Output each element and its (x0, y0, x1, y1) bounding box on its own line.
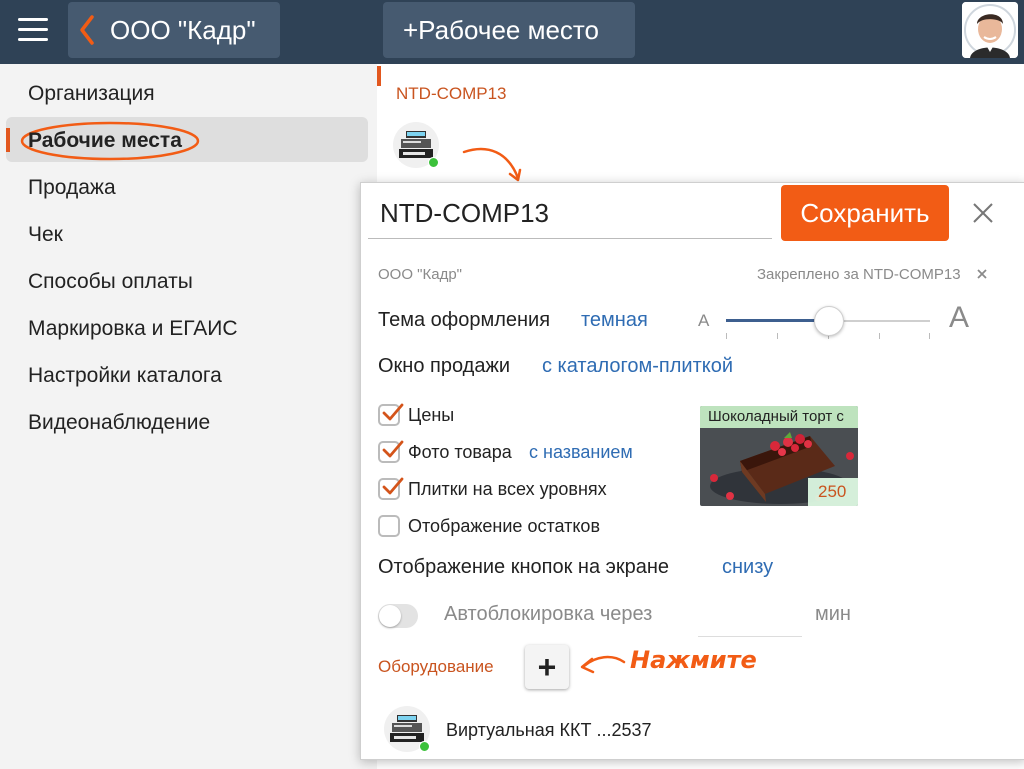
slider-tick (879, 333, 880, 339)
theme-value-link[interactable]: темная (581, 309, 648, 332)
device-kkt-icon-wrap[interactable] (384, 706, 430, 752)
autolock-toggle[interactable] (378, 604, 418, 628)
workplace-name-input[interactable] (368, 189, 772, 239)
slider-tick (777, 333, 778, 339)
sidebar-item-payment-methods[interactable]: Способы оплаты (28, 270, 193, 294)
product-tile-preview: Шоколадный торт с 250 (700, 406, 858, 506)
tiles-all-levels-checkbox[interactable] (378, 477, 404, 500)
theme-label: Тема оформления (378, 309, 551, 331)
sidebar-item-sale[interactable]: Продажа (28, 176, 116, 200)
user-avatar-icon (962, 2, 1018, 58)
add-equipment-button[interactable]: + (525, 645, 569, 689)
org-back-button[interactable]: ООО "Кадр" (68, 2, 280, 58)
buttons-position-link[interactable]: снизу (722, 556, 773, 579)
autolock-label: Автоблокировка через (444, 603, 653, 625)
font-size-large-label: A (949, 301, 970, 334)
workplace-card[interactable] (393, 122, 439, 168)
checkmark-icon (382, 403, 404, 421)
sidebar-item-video[interactable]: Видеонаблюдение (28, 411, 210, 435)
sidebar-item-catalog-settings[interactable]: Настройки каталога (28, 364, 222, 388)
pointer-arrow-icon (462, 147, 522, 182)
hint-text: Нажмите (630, 646, 757, 674)
dialog-org-name: ООО "Кадр" (378, 266, 462, 283)
autolock-unit: мин (815, 603, 851, 625)
font-size-small-label: A (698, 311, 710, 330)
avatar[interactable] (962, 2, 1018, 58)
workplace-marker (377, 66, 381, 86)
tile-product-name: Шоколадный торт с (708, 408, 844, 425)
sidebar-active-marker (6, 128, 10, 152)
add-workplace-button[interactable]: +Рабочее место (383, 2, 635, 58)
font-size-slider-knob[interactable] (814, 306, 844, 336)
stock-display-label: Отображение остатков (408, 516, 601, 536)
prices-label: Цены (408, 405, 455, 425)
org-name: ООО "Кадр" (110, 15, 256, 45)
sidebar-item-organization[interactable]: Организация (28, 82, 155, 106)
add-workplace-label: +Рабочее место (403, 15, 600, 45)
buttons-position-label: Отображение кнопок на экране (378, 556, 669, 578)
chevron-left-icon (80, 15, 94, 45)
close-icon[interactable] (970, 200, 996, 226)
sidebar-item-marking-egais[interactable]: Маркировка и ЕГАИС (28, 317, 238, 341)
pinned-label: Закреплено за NTD-COMP13 (757, 266, 961, 283)
prices-checkbox[interactable] (378, 403, 404, 426)
product-photo-label: Фото товара (408, 442, 512, 462)
workplace-title[interactable]: NTD-COMP13 (396, 84, 507, 104)
slider-tick (929, 333, 930, 339)
top-bar: ООО "Кадр" +Рабочее место (0, 0, 1024, 64)
hint-arrow-icon (580, 655, 626, 674)
stock-display-checkbox[interactable] (378, 515, 400, 537)
slider-tick (726, 333, 727, 339)
autolock-minutes-input[interactable] (698, 598, 802, 637)
font-size-slider-fill (726, 319, 828, 322)
product-photo-checkbox[interactable] (378, 440, 404, 463)
sale-window-label: Окно продажи (378, 355, 511, 377)
checkmark-icon (382, 440, 404, 458)
equipment-label: Оборудование (378, 657, 494, 676)
online-status-dot (419, 741, 430, 752)
sidebar-item-workplaces[interactable]: Рабочие места (28, 129, 182, 153)
tiles-all-levels-label: Плитки на всех уровнях (408, 479, 607, 499)
product-photo-mode-link[interactable]: с названием (529, 442, 633, 463)
tile-price: 250 (818, 482, 847, 501)
unpin-icon[interactable] (976, 268, 988, 280)
save-button[interactable]: Сохранить (781, 185, 949, 241)
sale-window-value-link[interactable]: с каталогом-плиткой (542, 355, 733, 378)
online-status-dot (428, 157, 439, 168)
menu-icon[interactable] (18, 18, 48, 44)
checkmark-icon (382, 477, 404, 495)
device-name[interactable]: Виртуальная ККТ ...2537 (446, 720, 652, 741)
sidebar-item-receipt[interactable]: Чек (28, 223, 63, 247)
toggle-knob (379, 605, 401, 627)
